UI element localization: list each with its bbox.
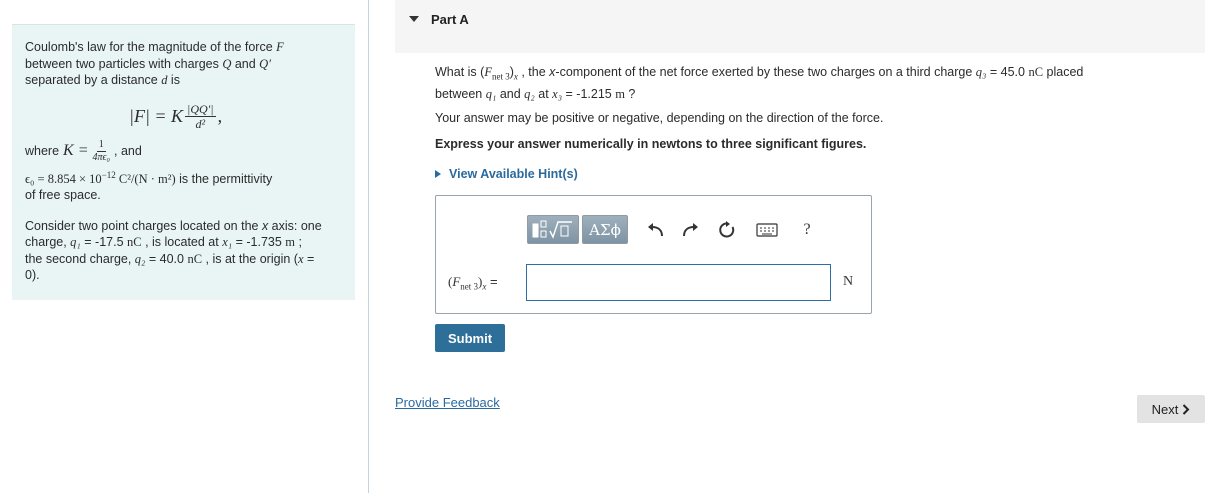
question-text: What is (Fnet 3)x , the x-component of t… xyxy=(435,65,1084,101)
undo-icon[interactable] xyxy=(643,218,667,242)
provide-feedback-link[interactable]: Provide Feedback xyxy=(395,395,500,410)
panel-divider xyxy=(368,0,369,493)
next-button[interactable]: Next xyxy=(1137,395,1205,423)
submit-button[interactable]: Submit xyxy=(435,324,505,352)
answer-input[interactable] xyxy=(526,264,831,301)
formula-fraction: |QQ′| d² xyxy=(185,101,216,131)
k-fraction: 1 4πϵ₀ xyxy=(92,138,111,163)
answer-instruction: Express your answer numerically in newto… xyxy=(435,137,867,151)
coulomb-formula: |F| = K |QQ′| d² , xyxy=(129,101,223,131)
chevron-right-icon xyxy=(1183,403,1190,415)
caret-right-icon xyxy=(435,170,441,178)
reset-icon[interactable] xyxy=(715,218,739,242)
view-hints-link[interactable]: View Available Hint(s) xyxy=(435,167,578,181)
answer-box: ΑΣϕ ? (Fnet 3)x = N xyxy=(435,195,872,314)
answer-note: Your answer may be positive or negative,… xyxy=(435,111,884,125)
help-icon[interactable]: ? xyxy=(795,218,819,242)
unit-label: N xyxy=(843,274,854,289)
answer-label: (Fnet 3)x = xyxy=(448,274,498,292)
math-toolbar: ΑΣϕ ? xyxy=(527,215,819,244)
part-title: Part A xyxy=(431,12,469,27)
greek-symbols-icon: ΑΣϕ xyxy=(589,220,621,239)
caret-down-icon[interactable] xyxy=(409,16,419,22)
k-definition: where K = 1 4πϵ₀ , and xyxy=(25,138,142,163)
info-panel: Coulomb's law for the magnitude of the f… xyxy=(12,24,355,300)
template-math-button[interactable] xyxy=(527,215,579,244)
greek-symbols-button[interactable]: ΑΣϕ xyxy=(582,215,628,244)
intro-text: Coulomb's law for the magnitude of the f… xyxy=(25,40,284,87)
redo-icon[interactable] xyxy=(679,218,703,242)
permittivity-text: ϵ₀ = 8.854 × 10−12 C²/(N · m²) is the pe… xyxy=(25,169,273,203)
part-header[interactable]: Part A xyxy=(395,0,1205,53)
keyboard-icon[interactable] xyxy=(755,218,779,242)
template-math-icon xyxy=(532,220,572,239)
charges-description: Consider two point charges located on th… xyxy=(25,218,322,283)
